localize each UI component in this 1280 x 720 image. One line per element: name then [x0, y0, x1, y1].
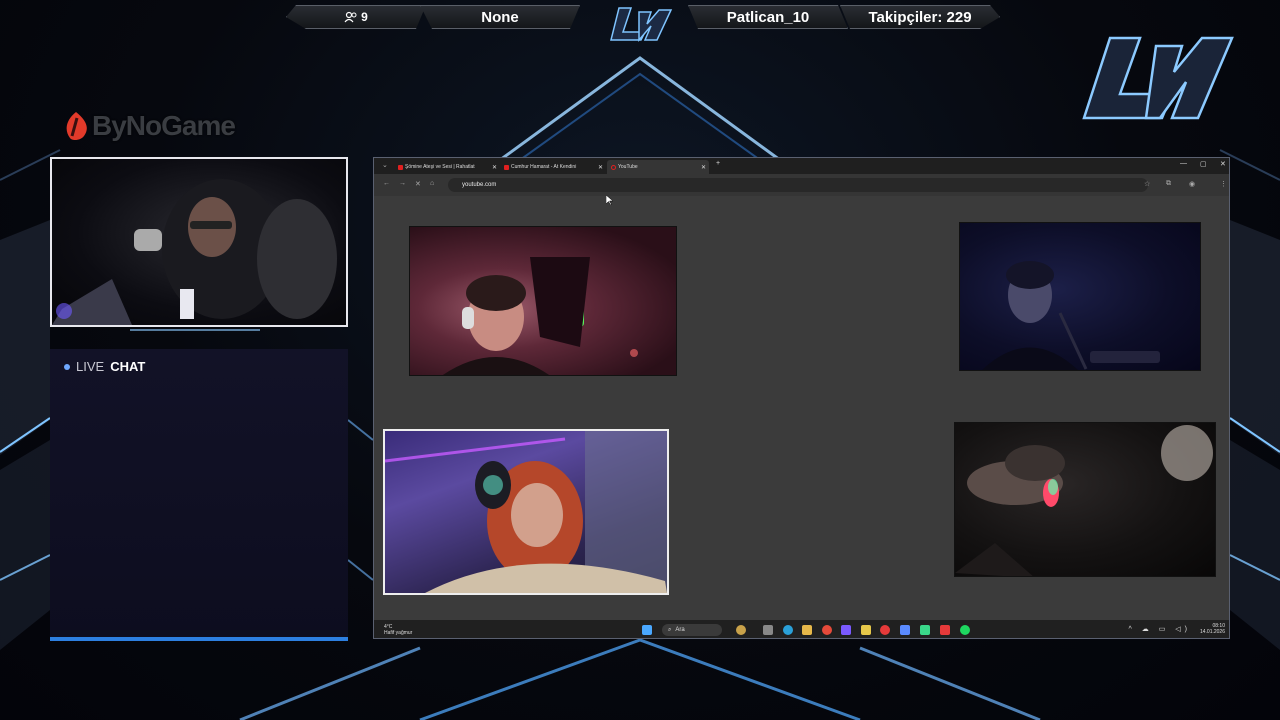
clock-date: 14.01.2026: [1199, 629, 1225, 635]
follower-count: Takipçiler: 229: [840, 5, 1000, 29]
video-tile[interactable]: [383, 429, 669, 595]
game-title: None: [420, 5, 580, 29]
streamer-name-text: Patlican_10: [726, 8, 810, 26]
channel-logo-icon: [610, 7, 673, 43]
browser-tab-strip: ⌄ Şömine Ateşi ve Sesi | Rahatlat ✕ Cumh…: [374, 158, 1229, 174]
streamer-name: Patlican_10: [688, 5, 848, 29]
address-bar-url: youtube.com: [462, 182, 497, 188]
home-icon[interactable]: ⌂: [430, 180, 434, 187]
search-placeholder: Ara: [675, 627, 685, 633]
start-icon[interactable]: [642, 625, 652, 635]
chat-label: CHAT: [110, 359, 146, 374]
file-explorer-icon[interactable]: [802, 625, 812, 635]
search-icon: ⌕: [668, 626, 672, 633]
chrome-icon[interactable]: [822, 625, 832, 635]
app-icon[interactable]: [920, 625, 930, 635]
widget-icon[interactable]: [736, 625, 746, 635]
windows-taskbar: 4°C Hafif yağmur ⌕ Ara ^ ☁ ▭ ◁) 08:10 14…: [374, 620, 1229, 638]
close-tab-icon[interactable]: ✕: [598, 164, 603, 171]
youtube-favicon-icon: [504, 164, 509, 170]
app-icon[interactable]: [900, 625, 910, 635]
webcam-person: [52, 179, 337, 325]
tab-title: Şömine Ateşi ve Sesi | Rahatlat: [405, 164, 475, 170]
webcam-feed: [50, 157, 348, 327]
forward-icon[interactable]: →: [399, 180, 406, 187]
stream-info-bar: 9 None Patlican_10 Takipçiler: 229: [280, 2, 1000, 43]
video-person: [982, 261, 1160, 370]
minimize-icon[interactable]: —: [1180, 160, 1187, 167]
maximize-icon[interactable]: ▢: [1200, 160, 1207, 168]
edge-icon[interactable]: [783, 625, 793, 635]
live-chat-header: LIVE CHAT: [64, 359, 145, 374]
channel-logo-large-icon: [1082, 36, 1234, 120]
video-person: [385, 431, 667, 593]
sponsor-logo: ByNoGame: [62, 108, 236, 144]
discord-icon[interactable]: [841, 625, 851, 635]
browser-tab[interactable]: Cumhur Hamarat - At Kendini ✕: [500, 160, 606, 174]
weather-widget[interactable]: 4°C Hafif yağmur: [384, 624, 412, 636]
follower-count-text: Takipçiler: 229: [868, 8, 972, 26]
live-chat-panel: LIVE CHAT: [50, 349, 348, 641]
stop-icon[interactable]: ✕: [415, 180, 421, 188]
extensions-icon[interactable]: ⧉: [1166, 180, 1171, 188]
browser-tab-active[interactable]: YouTube ✕: [607, 160, 709, 174]
task-view-icon[interactable]: [763, 625, 773, 635]
live-label: LIVE: [76, 359, 105, 374]
tab-title: YouTube: [618, 164, 638, 170]
video-tile[interactable]: [409, 226, 677, 376]
video-person: [955, 425, 1213, 576]
back-icon[interactable]: ←: [383, 180, 390, 187]
viewer-count: 9: [286, 5, 426, 29]
sponsor-name: ByNoGame: [92, 110, 236, 141]
game-title-text: None: [481, 8, 519, 26]
mouse-cursor-icon: [606, 195, 614, 205]
viewer-count-value: 9: [361, 10, 368, 24]
live-indicator-icon: [64, 363, 70, 370]
youtube-favicon-icon: [398, 164, 403, 170]
sponsor-flame-icon: [66, 112, 87, 141]
video-tile[interactable]: [954, 422, 1216, 577]
video-person: [443, 257, 638, 375]
weather-desc: Hafif yağmur: [384, 630, 413, 636]
taskbar-search[interactable]: ⌕ Ara: [662, 624, 722, 636]
close-tab-icon[interactable]: ✕: [492, 164, 497, 171]
address-bar[interactable]: youtube.com: [448, 178, 1148, 192]
close-tab-icon[interactable]: ✕: [701, 164, 706, 171]
profile-icon[interactable]: ◉: [1189, 180, 1195, 188]
loading-favicon-icon: [611, 164, 616, 170]
tab-search-icon[interactable]: ⌄: [382, 161, 388, 169]
screen-capture: ⌄ Şömine Ateşi ve Sesi | Rahatlat ✕ Cumh…: [373, 157, 1230, 639]
menu-icon[interactable]: ⋮: [1220, 180, 1227, 188]
youtube-page: [374, 196, 1229, 620]
close-window-icon[interactable]: ✕: [1220, 160, 1226, 168]
tab-title: Cumhur Hamarat - At Kendini: [511, 164, 577, 170]
taskbar-clock[interactable]: 08:10 14.01.2026: [1200, 623, 1225, 635]
browser-nav-bar: ← → ✕ ⌂ youtube.com ☆ ⧉ ◉ ⋮: [374, 174, 1229, 196]
app-icon[interactable]: [861, 625, 871, 635]
users-icon: [344, 11, 358, 23]
app-icon[interactable]: [880, 625, 890, 635]
browser-tab[interactable]: Şömine Ateşi ve Sesi | Rahatlat ✕: [394, 160, 500, 174]
system-tray-icons[interactable]: ^ ☁ ▭ ◁): [1129, 625, 1191, 633]
new-tab-button[interactable]: +: [716, 160, 720, 167]
bookmark-star-icon[interactable]: ☆: [1144, 180, 1150, 188]
spotify-icon[interactable]: [960, 625, 970, 635]
app-icon[interactable]: [940, 625, 950, 635]
video-tile[interactable]: [959, 222, 1201, 371]
